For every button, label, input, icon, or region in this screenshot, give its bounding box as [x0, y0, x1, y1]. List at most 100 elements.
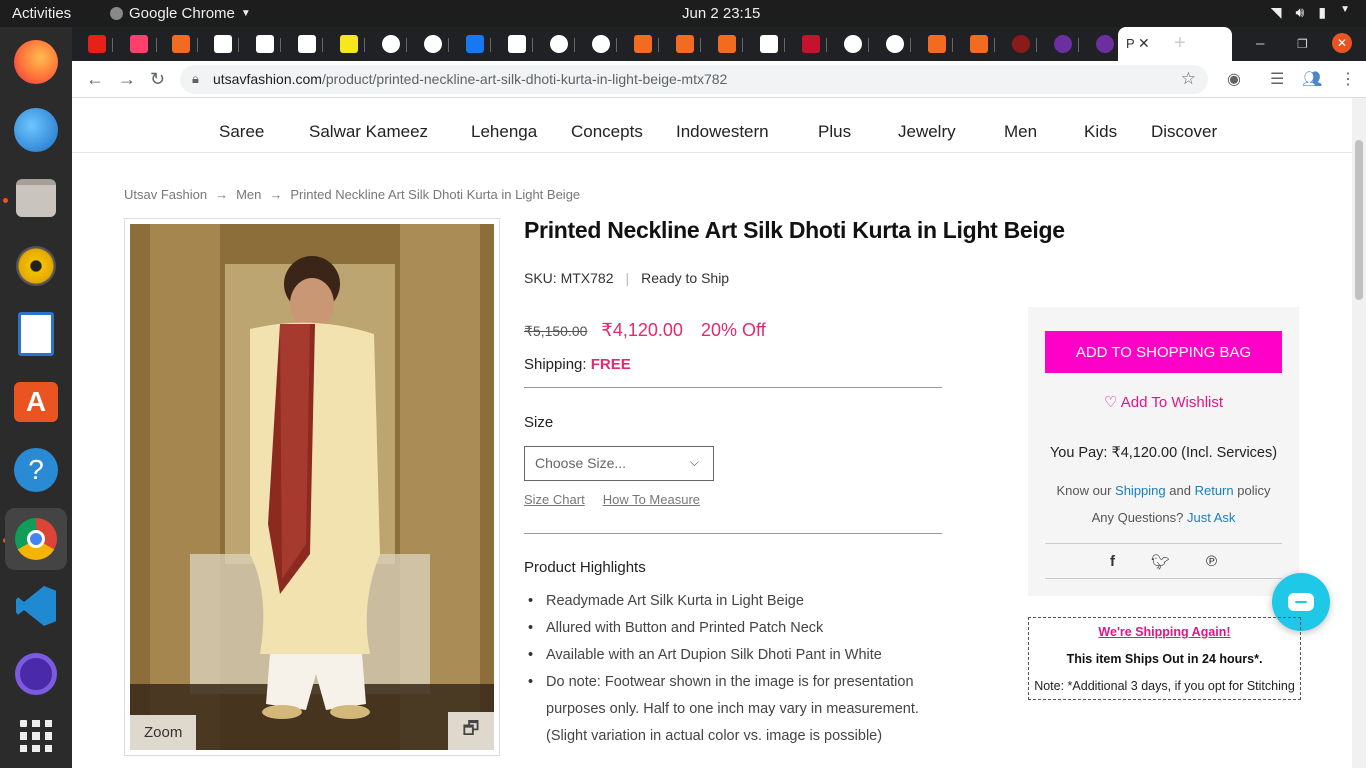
close-tab-icon[interactable]: ✕ — [1138, 35, 1150, 52]
rhythmbox-icon[interactable] — [10, 240, 62, 292]
nav-salwar-kameez[interactable]: Salwar Kameez — [309, 122, 428, 142]
breadcrumb-home[interactable]: Utsav Fashion — [124, 187, 207, 202]
lock-icon: 🔒︎ — [192, 71, 199, 86]
bookmark-star-icon[interactable]: ☆ — [1181, 69, 1196, 89]
add-to-bag-button[interactable]: ADD TO SHOPPING BAG — [1045, 331, 1282, 373]
vscode-icon[interactable] — [10, 580, 62, 632]
app-menu[interactable]: Google Chrome ▼ — [110, 5, 251, 22]
myntra-tab-icon[interactable] — [130, 35, 148, 53]
list-item: Do note: Footwear shown in the image is … — [524, 669, 944, 750]
product-photo[interactable]: Zoom 🗗 — [130, 224, 494, 750]
policy-text: Know our — [1056, 483, 1112, 498]
nav-lehenga[interactable]: Lehenga — [471, 122, 537, 142]
google-tab-icon[interactable] — [382, 35, 400, 53]
ships-out-text: This item Ships Out in 24 hours*. — [1066, 652, 1263, 666]
how-to-measure-link[interactable]: How To Measure — [603, 492, 700, 507]
google-tab-icon[interactable] — [424, 35, 442, 53]
shipping-policy-link[interactable]: Shipping — [1115, 483, 1166, 498]
breadcrumb-men[interactable]: Men — [236, 187, 261, 202]
menu-icon[interactable]: ⋮ — [1340, 69, 1356, 89]
profile-icon[interactable]: 👥︎ — [1302, 69, 1322, 89]
flipkart-tab-icon[interactable] — [340, 35, 358, 53]
firefox-icon[interactable] — [10, 36, 62, 88]
main-navigation: Saree Salwar Kameez Lehenga Concepts Ind… — [72, 98, 1352, 153]
help-icon[interactable]: ? — [10, 444, 62, 496]
just-ask-link[interactable]: Just Ask — [1187, 510, 1235, 525]
nav-saree[interactable]: Saree — [219, 122, 264, 142]
reload-icon[interactable]: ↻ — [150, 69, 165, 90]
facebook-icon[interactable]: f — [1110, 553, 1115, 571]
utsav-tab-icon[interactable] — [676, 35, 694, 53]
thunderbird-icon[interactable] — [10, 104, 62, 156]
fashion-tab-icon[interactable] — [802, 35, 820, 53]
twitter-icon[interactable]: 🐦︎ — [1151, 553, 1170, 571]
highlights-title: Product Highlights — [524, 559, 646, 576]
shipping-label: Shipping: — [524, 356, 587, 373]
google-tab-icon[interactable] — [550, 35, 568, 53]
bewakoof-tab-icon[interactable] — [760, 35, 778, 53]
system-tray[interactable]: ◥ 🔊︎ ▮ ▼ — [1271, 4, 1350, 21]
nav-kids[interactable]: Kids — [1084, 122, 1117, 142]
product-title: Printed Neckline Art Silk Dhoti Kurta in… — [524, 217, 1065, 243]
divider — [524, 387, 942, 388]
scrollbar-thumb[interactable] — [1355, 140, 1363, 300]
shipping-again-link[interactable]: We're Shipping Again! — [1029, 625, 1300, 639]
utsav-tab-icon[interactable] — [172, 35, 190, 53]
browser-toolbar: ← → ↻ 🔒︎ utsavfashion.com/product/printe… — [72, 61, 1366, 98]
amazon-tab-icon[interactable] — [298, 35, 316, 53]
forward-icon[interactable]: → — [118, 69, 136, 90]
size-chart-link[interactable]: Size Chart — [524, 492, 585, 507]
nav-plus[interactable]: Plus — [818, 122, 851, 142]
podcast-icon[interactable] — [10, 648, 62, 700]
pinterest-icon[interactable]: ℗ — [1206, 553, 1217, 571]
minimize-icon[interactable]: – — [1256, 35, 1264, 52]
divider — [1045, 578, 1282, 579]
libreoffice-writer-icon[interactable] — [10, 308, 62, 360]
scrollbar[interactable] — [1352, 98, 1366, 768]
back-icon[interactable]: ← — [86, 69, 104, 90]
app-tab-icon[interactable] — [1096, 35, 1114, 53]
amazon-tab-icon[interactable] — [256, 35, 274, 53]
google-tab-icon[interactable] — [886, 35, 904, 53]
youtube-tab-icon[interactable] — [88, 35, 106, 53]
zoom-button[interactable]: Zoom — [130, 715, 197, 750]
url-domain: utsavfashion.com — [213, 71, 322, 87]
utsav-tab-icon[interactable] — [634, 35, 652, 53]
price-line: ₹5,150.00 ₹4,120.00 20% Off — [524, 320, 766, 341]
new-tab-button[interactable]: + — [1174, 32, 1186, 55]
size-select[interactable]: Choose Size... ⌵ — [524, 446, 714, 481]
utsav-tab-icon[interactable] — [718, 35, 736, 53]
facebook-tab-icon[interactable] — [466, 35, 484, 53]
return-policy-link[interactable]: Return — [1195, 483, 1234, 498]
original-price: ₹5,150.00 — [524, 323, 588, 339]
nav-concepts[interactable]: Concepts — [571, 122, 643, 142]
policy-text: and — [1169, 483, 1191, 498]
nav-indowestern[interactable]: Indowestern — [676, 122, 769, 142]
amazon-tab-icon[interactable] — [214, 35, 232, 53]
app-tab-icon[interactable] — [1054, 35, 1072, 53]
clock[interactable]: Jun 2 23:15 — [682, 5, 760, 22]
show-apps-icon[interactable] — [10, 710, 62, 762]
files-icon[interactable] — [10, 172, 62, 224]
jd-tab-icon[interactable] — [508, 35, 526, 53]
utsav-tab-icon[interactable] — [928, 35, 946, 53]
shop-tab-icon[interactable] — [1012, 35, 1030, 53]
software-center-icon[interactable]: A — [10, 376, 62, 428]
maximize-icon[interactable]: ❐ — [1297, 37, 1308, 51]
extension-icon[interactable]: ◉ — [1227, 69, 1241, 89]
utsav-tab-icon[interactable] — [970, 35, 988, 53]
chrome-dock-icon[interactable] — [5, 508, 67, 570]
divider — [1045, 543, 1282, 544]
expand-image-icon[interactable]: 🗗 — [448, 712, 494, 750]
url-text[interactable]: utsavfashion.com/product/printed-necklin… — [213, 71, 727, 87]
nav-men[interactable]: Men — [1004, 122, 1037, 142]
wishlist-button[interactable]: ♡ Add To Wishlist — [1028, 393, 1299, 411]
google-tab-icon[interactable] — [844, 35, 862, 53]
google-tab-icon[interactable] — [592, 35, 610, 53]
activities-button[interactable]: Activities — [12, 5, 71, 22]
nav-jewelry[interactable]: Jewelry — [898, 122, 956, 142]
close-window-icon[interactable]: ✕ — [1332, 33, 1352, 53]
media-icon[interactable]: ☰ — [1270, 69, 1284, 89]
nav-discover[interactable]: Discover — [1151, 122, 1217, 142]
address-bar[interactable]: 🔒︎ utsavfashion.com/product/printed-neck… — [180, 65, 1208, 94]
